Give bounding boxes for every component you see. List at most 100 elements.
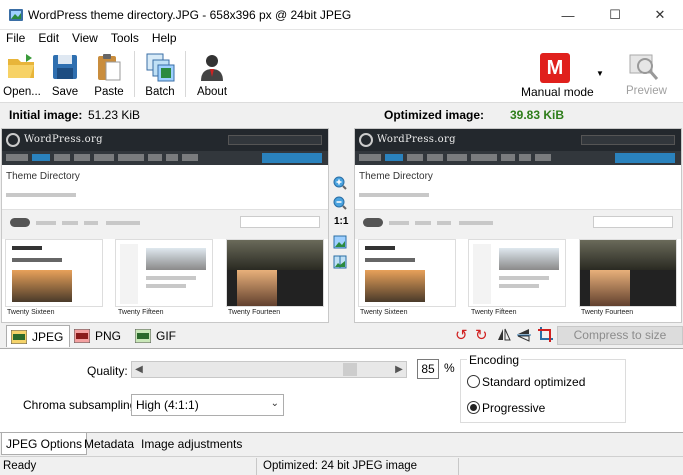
slider-right-arrow-icon[interactable]: ▶ — [392, 362, 406, 377]
options-tabs: JPEG Options Metadata Image adjustments — [0, 432, 683, 455]
batch-images-icon — [146, 53, 175, 82]
rotate-right-icon[interactable]: ↻ — [475, 326, 488, 344]
wp-site-name: WordPress.org — [377, 134, 456, 145]
radio-standard-optimized[interactable] — [467, 375, 480, 388]
optimized-image-pane[interactable]: WordPress.org Theme Directory Twenty Six… — [354, 128, 682, 323]
radio-standard-optimized-label[interactable]: Standard optimized — [482, 375, 585, 389]
toolbar: Open... Save Paste Batch About M ▼ Manua… — [0, 48, 683, 102]
wp-filter-bar — [2, 209, 328, 239]
quality-slider-thumb[interactable] — [343, 363, 357, 376]
folder-icon — [8, 54, 34, 78]
wp-site-name: WordPress.org — [24, 134, 103, 145]
size-bar: Initial image: 51.23 KiB Optimized image… — [0, 102, 683, 127]
mode-dropdown-arrow-icon[interactable]: ▼ — [596, 69, 604, 78]
zoom-actual-size-button[interactable]: 1:1 — [334, 216, 348, 227]
open-button[interactable]: Open... — [2, 48, 42, 102]
paste-button[interactable]: Paste — [89, 48, 129, 102]
zoom-out-icon[interactable] — [333, 196, 347, 210]
format-tab-label: GIF — [156, 329, 176, 343]
chroma-subsampling-value: High (4:1:1) — [136, 398, 199, 412]
preview-magnifier-icon[interactable] — [628, 53, 660, 83]
chroma-subsampling-label: Chroma subsampling: — [23, 398, 140, 412]
batch-button[interactable]: Batch — [140, 48, 180, 102]
crop-icon[interactable] — [538, 327, 553, 342]
flip-vertical-icon[interactable] — [517, 328, 531, 342]
menu-help[interactable]: Help — [146, 30, 184, 48]
maximize-button[interactable]: ☐ — [592, 0, 638, 30]
paste-label: Paste — [94, 86, 124, 98]
status-optimized: Optimized: 24 bit JPEG image — [263, 460, 418, 472]
window-title: WordPress theme directory.JPG - 658x396 … — [28, 8, 352, 22]
save-label: Save — [51, 86, 79, 98]
status-ready: Ready — [3, 460, 37, 472]
clipboard-icon — [98, 54, 121, 81]
jpeg-file-icon — [11, 329, 27, 344]
wp-header: WordPress.org — [2, 129, 328, 151]
rotate-left-icon[interactable]: ↺ — [455, 326, 468, 344]
flip-horizontal-icon[interactable] — [497, 328, 511, 342]
quality-input[interactable]: 85 — [417, 359, 439, 379]
encoding-title: Encoding — [467, 353, 522, 367]
menu-view[interactable]: View — [66, 30, 105, 48]
initial-image-pane[interactable]: WordPress.org Theme Directory Twenty Six… — [1, 128, 329, 323]
open-label: Open... — [3, 86, 41, 98]
manual-mode-icon[interactable]: M — [540, 53, 570, 83]
close-button[interactable]: ✕ — [637, 0, 683, 30]
format-tab-gif[interactable]: GIF — [131, 325, 182, 347]
radio-progressive[interactable] — [467, 401, 480, 414]
wp-search-box — [228, 135, 322, 145]
zoom-in-icon[interactable] — [333, 176, 347, 190]
format-tab-png[interactable]: PNG — [70, 325, 127, 347]
tab-jpeg-options[interactable]: JPEG Options — [1, 433, 88, 455]
theme-caption: Twenty Sixteen — [360, 309, 408, 316]
toolbar-separator — [134, 51, 135, 97]
quality-unit: % — [444, 361, 455, 375]
title-bar: WordPress theme directory.JPG - 658x396 … — [0, 0, 683, 30]
optimized-size-label: Optimized image: — [384, 108, 485, 122]
theme-thumbnail — [579, 239, 677, 307]
about-label: About — [196, 86, 228, 98]
minimize-button[interactable]: — — [545, 0, 591, 30]
quality-slider[interactable]: ◀ ▶ — [131, 361, 407, 378]
compress-to-size-button[interactable]: Compress to size — [557, 326, 683, 345]
slider-left-arrow-icon[interactable]: ◀ — [132, 362, 146, 377]
theme-thumbnail — [226, 239, 324, 307]
gif-file-icon — [135, 329, 151, 343]
menu-bar: File Edit View Tools Help — [0, 30, 683, 48]
theme-caption: Twenty Fifteen — [118, 309, 164, 316]
wp-heading: Theme Directory — [6, 171, 80, 182]
wp-nav — [2, 151, 328, 165]
wp-search-box — [581, 135, 675, 145]
manual-mode-label[interactable]: Manual mode — [521, 85, 594, 99]
menu-edit[interactable]: Edit — [32, 30, 66, 48]
app-icon — [9, 9, 23, 21]
wp-nav — [355, 151, 681, 165]
fit-image-icon[interactable] — [333, 235, 347, 249]
theme-thumbnail — [5, 239, 103, 307]
wp-download-button — [615, 153, 675, 163]
theme-caption: Twenty Sixteen — [7, 309, 55, 316]
radio-progressive-label[interactable]: Progressive — [482, 401, 545, 415]
theme-thumbnail — [468, 239, 566, 307]
format-tab-label: PNG — [95, 329, 122, 343]
tab-image-adjustments[interactable]: Image adjustments — [137, 433, 246, 455]
menu-tools[interactable]: Tools — [105, 30, 146, 48]
person-icon — [201, 55, 223, 81]
tab-metadata[interactable]: Metadata — [80, 433, 138, 455]
initial-size-value: 51.23 KiB — [88, 108, 141, 122]
theme-caption: Twenty Fourteen — [581, 309, 634, 316]
wp-filter-bar — [355, 209, 681, 239]
save-button[interactable]: Save — [47, 48, 83, 102]
theme-caption: Twenty Fifteen — [471, 309, 517, 316]
optimized-size-value: 39.83 KiB — [510, 108, 565, 122]
theme-caption: Twenty Fourteen — [228, 309, 281, 316]
quality-label: Quality: — [87, 364, 128, 378]
menu-file[interactable]: File — [0, 30, 32, 48]
about-button[interactable]: About — [192, 48, 232, 102]
format-tab-jpeg[interactable]: JPEG — [6, 325, 71, 347]
compare-images-icon[interactable] — [333, 255, 347, 269]
toolbar-separator — [185, 51, 186, 97]
preview-label: Preview — [626, 85, 667, 97]
status-bar: Ready Optimized: 24 bit JPEG image — [0, 456, 683, 475]
chroma-subsampling-select[interactable]: High (4:1:1) ⌄ — [131, 394, 284, 416]
